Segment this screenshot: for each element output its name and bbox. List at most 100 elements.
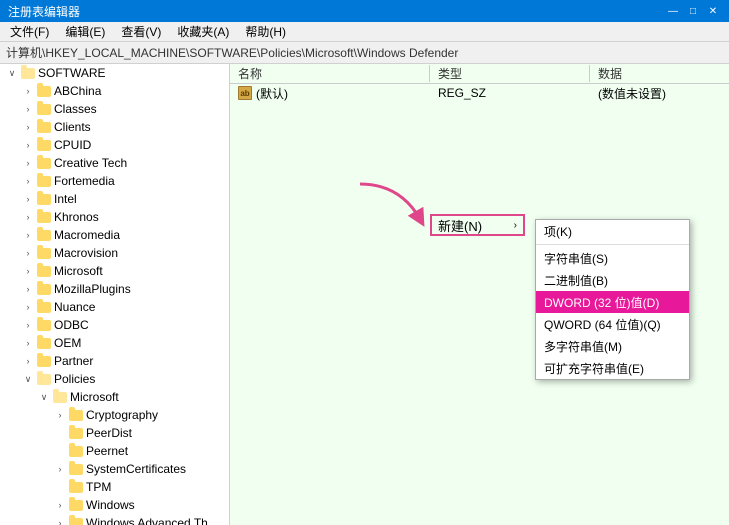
- td-data: (数值未设置): [590, 85, 729, 102]
- toggle-windowsadvanced: ›: [52, 514, 68, 525]
- tree-item-macrovision[interactable]: › Macrovision: [0, 244, 229, 262]
- tree-item-odbc[interactable]: › ODBC: [0, 316, 229, 334]
- label-macromedia: Macromedia: [54, 228, 120, 242]
- folder-icon-windowsadvanced: [68, 515, 84, 525]
- tree-item-nuance[interactable]: › Nuance: [0, 298, 229, 316]
- tree-item-classes[interactable]: › Classes: [0, 100, 229, 118]
- toggle-nuance: ›: [20, 298, 36, 316]
- title-bar-text: 注册表编辑器: [8, 3, 80, 20]
- toggle-pol-microsoft: ∨: [36, 388, 52, 406]
- folder-icon-software: [20, 65, 36, 81]
- toggle-policies: ∨: [20, 370, 36, 388]
- tree-item-fortemedia[interactable]: › Fortemedia: [0, 172, 229, 190]
- label-windowsadvanced: Windows Advanced Th...: [86, 516, 218, 525]
- toggle-cpuid: ›: [20, 136, 36, 154]
- tree-item-clients[interactable]: › Clients: [0, 118, 229, 136]
- context-menu-submenu: 项(K) 字符串值(S) 二进制值(B) DWORD (32 位)值(D) QW…: [535, 219, 690, 380]
- label-fortemedia: Fortemedia: [54, 174, 115, 188]
- tree-item-microsoft[interactable]: › Microsoft: [0, 262, 229, 280]
- label-policies: Policies: [54, 372, 95, 386]
- tree-item-windowsadvanced[interactable]: › Windows Advanced Th...: [0, 514, 229, 525]
- new-button-label: 新建(N): [438, 216, 482, 235]
- toggle-clients: ›: [20, 118, 36, 136]
- toggle-odbc: ›: [20, 316, 36, 334]
- tree-item-partner[interactable]: › Partner: [0, 352, 229, 370]
- folder-icon-cpuid: [36, 137, 52, 153]
- folder-icon-pol-microsoft: [52, 389, 68, 405]
- ctx-item-dword[interactable]: DWORD (32 位)值(D): [536, 291, 689, 313]
- tree-item-policies[interactable]: ∨ Policies: [0, 370, 229, 388]
- ctx-item-expand[interactable]: 可扩充字符串值(E): [536, 357, 689, 379]
- ctx-item-string[interactable]: 字符串值(S): [536, 247, 689, 269]
- toggle-macrovision: ›: [20, 244, 36, 262]
- tree-item-macromedia[interactable]: › Macromedia: [0, 226, 229, 244]
- toggle-mozillaplugins: ›: [20, 280, 36, 298]
- toggle-tpm: [52, 478, 68, 496]
- label-classes: Classes: [54, 102, 97, 116]
- tree-item-tpm[interactable]: TPM: [0, 478, 229, 496]
- tree-item-software[interactable]: ∨ SOFTWARE: [0, 64, 229, 82]
- folder-icon-partner: [36, 353, 52, 369]
- tree-item-systemcerts[interactable]: › SystemCertificates: [0, 460, 229, 478]
- folder-icon-creativetech: [36, 155, 52, 171]
- maximize-button[interactable]: □: [685, 3, 701, 19]
- label-cpuid: CPUID: [54, 138, 91, 152]
- tree-item-abchina[interactable]: › ABChina: [0, 82, 229, 100]
- ctx-item-binary[interactable]: 二进制值(B): [536, 269, 689, 291]
- toggle-oem: ›: [20, 334, 36, 352]
- menu-file[interactable]: 文件(F): [4, 21, 55, 42]
- minimize-button[interactable]: —: [665, 3, 681, 19]
- new-button[interactable]: 新建(N) ›: [430, 214, 525, 236]
- tree-item-pol-microsoft[interactable]: ∨ Microsoft: [0, 388, 229, 406]
- ctx-item-xiang[interactable]: 项(K): [536, 220, 689, 242]
- label-systemcerts: SystemCertificates: [86, 462, 186, 476]
- toggle-microsoft: ›: [20, 262, 36, 280]
- tree-item-khronos[interactable]: › Khronos: [0, 208, 229, 226]
- label-cryptography: Cryptography: [86, 408, 158, 422]
- ctx-item-dword-label: DWORD (32 位)值(D): [544, 294, 659, 311]
- table-row[interactable]: ab (默认) REG_SZ (数值未设置): [230, 84, 729, 102]
- label-macrovision: Macrovision: [54, 246, 118, 260]
- tree-item-creativetech[interactable]: › Creative Tech: [0, 154, 229, 172]
- tree-item-cpuid[interactable]: › CPUID: [0, 136, 229, 154]
- tree-item-mozillaplugins[interactable]: › MozillaPlugins: [0, 280, 229, 298]
- tree-item-windows[interactable]: › Windows: [0, 496, 229, 514]
- arrow-indicator-1: [350, 174, 430, 234]
- tree-item-oem[interactable]: › OEM: [0, 334, 229, 352]
- toggle-creativetech: ›: [20, 154, 36, 172]
- tree-item-cryptography[interactable]: › Cryptography: [0, 406, 229, 424]
- menu-edit[interactable]: 编辑(E): [59, 21, 111, 42]
- right-panel: 名称 类型 数据 ab (默认) REG_SZ (数值未设置): [230, 64, 729, 525]
- ctx-item-qword[interactable]: QWORD (64 位值)(Q): [536, 313, 689, 335]
- folder-icon-macromedia: [36, 227, 52, 243]
- menu-help[interactable]: 帮助(H): [239, 21, 292, 42]
- th-name: 名称: [230, 65, 430, 82]
- ctx-item-multi[interactable]: 多字符串值(M): [536, 335, 689, 357]
- toggle-fortemedia: ›: [20, 172, 36, 190]
- tree-item-intel[interactable]: › Intel: [0, 190, 229, 208]
- folder-icon-cryptography: [68, 407, 84, 423]
- th-data: 数据: [590, 65, 729, 82]
- tree-item-peerdist[interactable]: PeerDist: [0, 424, 229, 442]
- toggle-peernet: [52, 442, 68, 460]
- toggle-intel: ›: [20, 190, 36, 208]
- close-button[interactable]: ✕: [705, 3, 721, 19]
- label-peerdist: PeerDist: [86, 426, 132, 440]
- main-area: ∨ SOFTWARE › ABChina › Classes › Clients…: [0, 64, 729, 525]
- folder-icon-peernet: [68, 443, 84, 459]
- folder-icon-clients: [36, 119, 52, 135]
- tree-item-peernet[interactable]: Peernet: [0, 442, 229, 460]
- label-odbc: ODBC: [54, 318, 89, 332]
- menu-bar: 文件(F) 编辑(E) 查看(V) 收藏夹(A) 帮助(H): [0, 22, 729, 42]
- label-windows: Windows: [86, 498, 135, 512]
- toggle-peerdist: [52, 424, 68, 442]
- title-bar: 注册表编辑器 — □ ✕: [0, 0, 729, 22]
- menu-view[interactable]: 查看(V): [115, 21, 167, 42]
- menu-favorites[interactable]: 收藏夹(A): [171, 21, 235, 42]
- table-header: 名称 类型 数据: [230, 64, 729, 84]
- toggle-abchina: ›: [20, 82, 36, 100]
- new-button-arrow: ›: [514, 220, 517, 231]
- folder-icon-abchina: [36, 83, 52, 99]
- toggle-cryptography: ›: [52, 406, 68, 424]
- folder-icon-microsoft: [36, 263, 52, 279]
